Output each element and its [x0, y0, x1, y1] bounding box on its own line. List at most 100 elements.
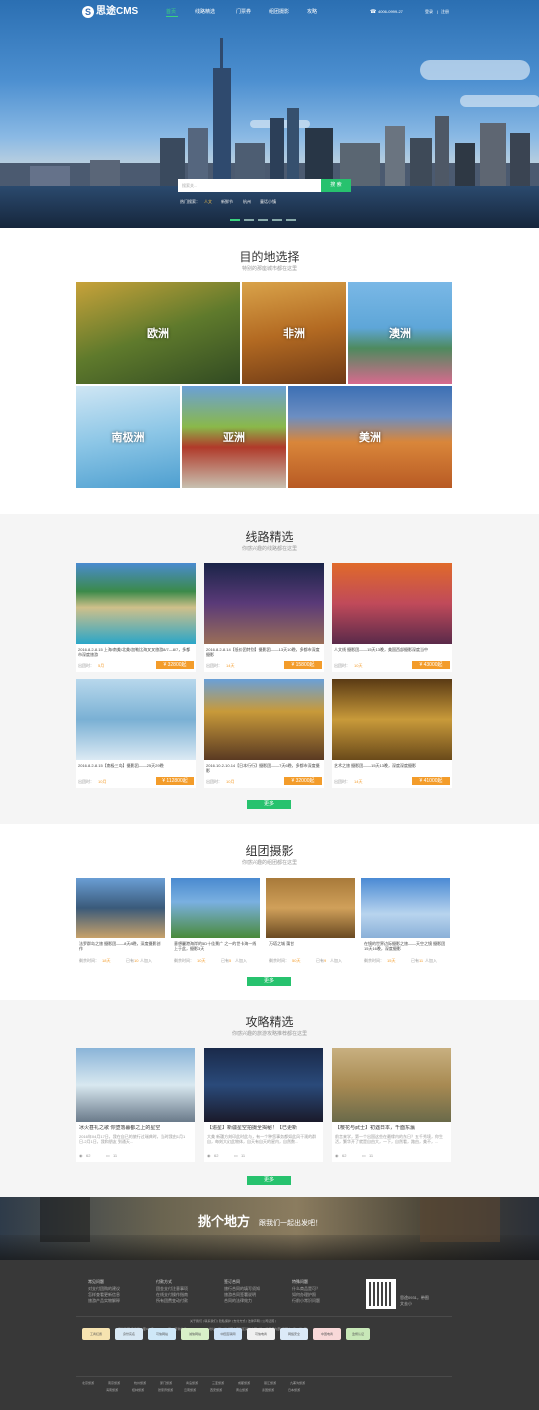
price-badge[interactable]: ¥ 15800起	[284, 661, 322, 669]
photo-image[interactable]	[266, 878, 355, 938]
hot-search-item[interactable]: 人文	[204, 199, 212, 204]
destination-europe[interactable]: 欧洲	[76, 282, 240, 384]
carousel-dot[interactable]	[272, 219, 282, 221]
certification-badge[interactable]: 可信电商	[247, 1328, 275, 1340]
certification-badge[interactable]: 工商红盾	[82, 1328, 110, 1340]
photo-label: 剩余时间：	[174, 958, 194, 963]
city-link[interactable]: 西安旅游	[210, 1388, 222, 1393]
photo-desc[interactable]: 法罗群岛之旅 摄影团——8天8晚，深度摄影创作	[79, 941, 163, 952]
footer-link[interactable]: 旅游产品实物解释	[88, 1298, 120, 1304]
view-count: 62	[342, 1153, 347, 1158]
destination-africa[interactable]: 非洲	[242, 282, 346, 384]
photo-image[interactable]	[171, 878, 260, 938]
hot-search-item[interactable]: 杭州	[243, 199, 251, 204]
route-desc[interactable]: 2016.8.2-8.15 上海/南美/北美/加勒比海叉叉旅游8/7—8/7，多…	[78, 647, 194, 658]
spire	[220, 38, 223, 188]
carousel-dot[interactable]	[244, 219, 254, 221]
photo-desc[interactable]: 万塔之城 蒲甘	[269, 941, 353, 952]
route-desc[interactable]: 2016.10.2-10.14【日本行行】摄影团——7天6晚，多都市深度摄影	[206, 763, 322, 774]
photo-desc[interactable]: 在镜的世界边际摄影之旅——天空之镜 摄影团15天16晚，深度摄影	[364, 941, 448, 952]
city-link[interactable]: 海南旅游	[106, 1388, 118, 1393]
guide-more-button[interactable]: 更多	[247, 1176, 291, 1185]
route-label: 出团时：	[78, 663, 94, 668]
route-image[interactable]	[204, 563, 324, 644]
carousel-dot[interactable]	[258, 219, 268, 221]
price-badge[interactable]: ¥ 41000起	[412, 777, 450, 785]
route-desc[interactable]: 人文线 摄影团——15天13晚，美国西部摄影深度当中	[334, 647, 450, 658]
login-link[interactable]: 登录	[425, 9, 433, 15]
certification-badge[interactable]: 监督认证	[346, 1328, 370, 1340]
route-image[interactable]	[332, 679, 452, 760]
city-link[interactable]: 黄山旅游	[236, 1388, 248, 1393]
guide-title[interactable]: 【追星】新疆星空拍摄全揭秘！【已更新	[207, 1125, 322, 1131]
city-link[interactable]: 日本旅游	[288, 1388, 300, 1393]
city-link[interactable]: 丽江旅游	[264, 1381, 276, 1386]
certification-badge[interactable]: 可信网站	[148, 1328, 176, 1340]
nav-routes[interactable]: 线路精选	[195, 9, 215, 15]
photo-desc[interactable]: 意想麗港海岸的5D十佳景广 之一的世卡海一线上于此，摄影3天	[174, 941, 258, 952]
city-link[interactable]: 桂林旅游	[132, 1388, 144, 1393]
footer-nav[interactable]: 关于我们 | 联系我们 | 隐私保护 | 支付方式 | 法律声明 | 公司证照 …	[190, 1319, 390, 1324]
route-desc[interactable]: 2016.8.2-8.15【南极三岛】摄影团——25天29晚	[78, 763, 194, 774]
city-link[interactable]: 泰国旅游	[262, 1388, 274, 1393]
route-desc[interactable]: 艺术之旅 摄影团——15天13晚，深度深度摄影	[334, 763, 450, 774]
footer-link[interactable]: 所有团费变动付款	[156, 1298, 188, 1304]
nav-guide[interactable]: 攻略	[307, 9, 317, 15]
logo-text[interactable]: 思途CMS	[96, 6, 138, 18]
logo-icon[interactable]: S	[82, 6, 94, 18]
certification-badge[interactable]: 网络安全	[280, 1328, 308, 1340]
city-link[interactable]: 杭州旅游	[134, 1381, 146, 1386]
route-desc[interactable]: 2016.8.2-8.14【低价团特别】摄影团——13天10晚，多都市深度摄影	[206, 647, 322, 658]
city-link[interactable]: 云南旅游	[184, 1388, 196, 1393]
city-link[interactable]: 厦门旅游	[160, 1381, 172, 1386]
footer-link[interactable]: 行前小常识问题	[292, 1298, 320, 1304]
search-button[interactable]: 搜 索	[321, 179, 351, 192]
carousel-dot[interactable]	[230, 219, 240, 221]
photo-image[interactable]	[361, 878, 450, 938]
guide-image[interactable]	[332, 1048, 451, 1122]
price-badge[interactable]: ¥ 32000起	[284, 777, 322, 785]
badge-label: 中国电商	[320, 1332, 333, 1336]
footer-link[interactable]: 合同的法律效力	[224, 1298, 252, 1304]
certification-badge[interactable]: 诚信网站	[181, 1328, 209, 1340]
routes-more-button[interactable]: 更多	[247, 800, 291, 809]
guide-image[interactable]	[76, 1048, 195, 1122]
hot-search-item[interactable]: 新鲜节	[221, 199, 233, 204]
destination-antarctica[interactable]: 南极洲	[76, 386, 180, 488]
city-link[interactable]: 成都旅游	[238, 1381, 250, 1386]
route-image[interactable]	[204, 679, 324, 760]
register-link[interactable]: 注册	[441, 9, 449, 15]
route-image[interactable]	[332, 563, 452, 644]
price-badge[interactable]: ¥ 112800起	[156, 777, 194, 785]
guide-title[interactable]: 冰火甚礼之歌 你堕落暮都之上的星空	[79, 1125, 194, 1131]
city-link[interactable]: 张家界旅游	[158, 1388, 173, 1393]
city-link[interactable]: 三亚旅游	[212, 1381, 224, 1386]
certification-badge[interactable]: 中国互联网	[214, 1328, 242, 1340]
carousel-dot[interactable]	[286, 219, 296, 221]
city-link[interactable]: 青岛旅游	[186, 1381, 198, 1386]
view-icon: ◉	[207, 1153, 211, 1158]
city-link[interactable]: 九寨沟旅游	[290, 1381, 305, 1386]
photo-more-button[interactable]: 更多	[247, 977, 291, 986]
section-title: 攻略精选	[245, 1015, 294, 1029]
route-image[interactable]	[76, 679, 196, 760]
price-badge[interactable]: ¥ 32800起	[156, 661, 194, 669]
certification-badge[interactable]: 中国电商	[313, 1328, 341, 1340]
nav-tickets[interactable]: 门票券	[236, 9, 251, 15]
qr-code	[366, 1279, 396, 1309]
destination-oceania[interactable]: 澳洲	[348, 282, 452, 384]
city-link[interactable]: 北京旅游	[82, 1381, 94, 1386]
destination-americas[interactable]: 美洲	[288, 386, 452, 488]
city-link[interactable]: 南京旅游	[108, 1381, 120, 1386]
price-badge[interactable]: ¥ 43000起	[412, 661, 450, 669]
hot-search-item[interactable]: 童话小镇	[260, 199, 276, 204]
nav-home[interactable]: 首页	[166, 9, 176, 15]
photo-image[interactable]	[76, 878, 165, 938]
building	[270, 118, 284, 188]
nav-photo[interactable]: 组团摄影	[269, 9, 289, 15]
destination-asia[interactable]: 亚洲	[182, 386, 286, 488]
route-image[interactable]	[76, 563, 196, 644]
certification-badge[interactable]: 身份实名	[115, 1328, 143, 1340]
guide-image[interactable]	[204, 1048, 323, 1122]
guide-title[interactable]: 【樱花与武士】初遇日本，千面东瀛	[335, 1125, 450, 1131]
